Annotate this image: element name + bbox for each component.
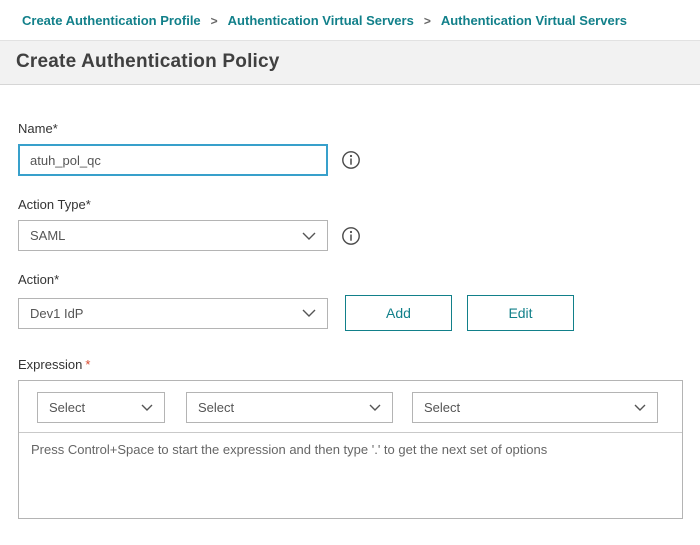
name-label-text: Name [18, 121, 53, 136]
info-icon[interactable] [341, 150, 361, 170]
chevron-down-icon [141, 404, 153, 411]
required-asterisk: * [53, 121, 58, 136]
chevron-down-icon [302, 232, 316, 240]
name-input[interactable] [18, 144, 328, 176]
chevron-down-icon [369, 404, 381, 411]
action-field: Action* Dev1 IdP Add Edit [18, 272, 700, 331]
expression-select-3[interactable]: Select [412, 392, 658, 423]
chevron-down-icon [302, 309, 316, 317]
breadcrumb-item-create-authentication-profile[interactable]: Create Authentication Profile [22, 13, 201, 28]
page-title: Create Authentication Policy [16, 51, 684, 73]
breadcrumb: Create Authentication Profile > Authentica… [0, 0, 700, 40]
breadcrumb-item-authentication-virtual-server[interactable]: Authentication Virtual Servers [441, 13, 627, 28]
action-label: Action* [18, 272, 700, 287]
action-selected-value: Dev1 IdP [30, 306, 83, 321]
expression-label-text: Expression [18, 357, 82, 372]
expression-editor: Select Select Select [18, 380, 683, 519]
expression-select-2-value: Select [198, 400, 234, 415]
expression-select-3-value: Select [424, 400, 460, 415]
expression-select-1[interactable]: Select [37, 392, 165, 423]
action-select[interactable]: Dev1 IdP [18, 298, 328, 329]
create-authentication-policy-form: Name* Action Type* SAML [0, 85, 700, 519]
required-asterisk: * [54, 272, 59, 287]
name-label: Name* [18, 121, 700, 136]
required-asterisk: * [85, 357, 90, 372]
info-icon[interactable] [341, 226, 361, 246]
chevron-down-icon [634, 404, 646, 411]
expression-select-2[interactable]: Select [186, 392, 393, 423]
expression-label: Expression* [18, 357, 700, 372]
action-label-text: Action [18, 272, 54, 287]
expression-select-1-value: Select [49, 400, 85, 415]
expression-input[interactable] [19, 432, 682, 518]
action-type-label: Action Type* [18, 197, 700, 212]
action-type-select[interactable]: SAML [18, 220, 328, 251]
chevron-right-separator-icon: > [211, 14, 218, 28]
required-asterisk: * [86, 197, 91, 212]
action-type-selected-value: SAML [30, 228, 65, 243]
edit-action-button[interactable]: Edit [467, 295, 574, 331]
expression-select-row: Select Select Select [19, 381, 682, 432]
chevron-right-separator-icon: > [424, 14, 431, 28]
action-type-field: Action Type* SAML [18, 197, 700, 251]
expression-field: Expression* Select Select Select [18, 357, 700, 519]
name-field: Name* [18, 121, 700, 176]
breadcrumb-item-authentication-virtual-servers[interactable]: Authentication Virtual Servers [228, 13, 414, 28]
action-type-label-text: Action Type [18, 197, 86, 212]
page-title-bar: Create Authentication Policy [0, 40, 700, 85]
add-action-button[interactable]: Add [345, 295, 452, 331]
